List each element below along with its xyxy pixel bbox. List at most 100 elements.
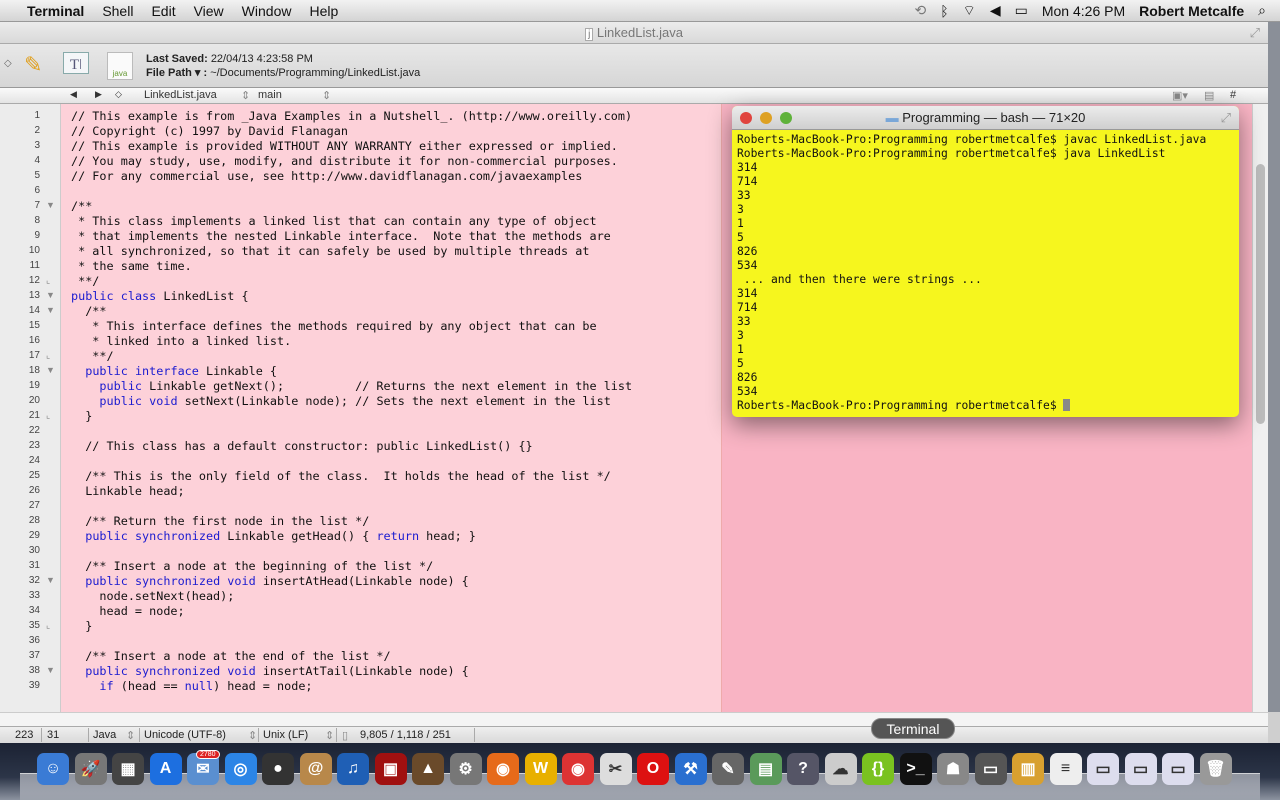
dock-system-preferences-icon[interactable]: ⚙ [449,753,482,785]
dock-preview-icon[interactable]: ▤ [749,753,782,785]
dock-facetime-icon[interactable]: ● [262,753,294,785]
line-endings-popup-arrows[interactable]: ⇕ [325,729,334,742]
terminal-line: 5 [737,357,744,370]
scrollbar-thumb[interactable] [1256,164,1265,424]
java-document-icon[interactable]: java [107,52,133,80]
menu-shell[interactable]: Shell [93,3,142,19]
battery-icon[interactable]: ▭ [1015,2,1028,19]
file-popup-icon[interactable]: ◇ [115,89,122,100]
dock-cyberduck-icon[interactable]: ☁ [824,753,857,785]
fold-close-icon[interactable]: ⌞ [46,410,50,421]
fold-open-icon[interactable]: ▼ [46,290,55,300]
language-popup-arrows[interactable]: ⇕ [126,729,135,742]
hash-menu[interactable]: # [1230,89,1236,101]
bluetooth-icon[interactable]: ᛒ [940,3,948,19]
encoding-popup[interactable]: Unicode (UTF-8) [144,729,226,741]
symbol-popup-arrows[interactable]: ⇕ [322,89,331,102]
toolbar-diamond-icon[interactable]: ◇ [4,58,12,69]
pencil-icon[interactable]: ✎ [24,52,50,80]
dock-app-store-icon[interactable]: A [149,753,182,785]
terminal-prompt-line[interactable]: Roberts-MacBook-Pro:Programming robertme… [737,399,1234,413]
terminal-window[interactable]: ▬ Programming — bash — 71×20 ⤢ Roberts-M… [732,106,1239,417]
forward-button[interactable]: ▶ [95,89,102,100]
dock-brackets-icon[interactable]: {} [862,753,894,785]
file-popup[interactable]: LinkedList.java [144,89,217,101]
dock-generic-app-icon[interactable]: ▭ [974,753,1007,785]
menu-help[interactable]: Help [300,3,347,19]
fullscreen-icon[interactable]: ⤢ [1250,22,1260,44]
dock-text-document-icon[interactable]: ≡ [1049,753,1082,785]
dock-archive-utility-icon[interactable]: ▥ [1012,753,1044,785]
navigation-bar: ◀ ▶ ◇ LinkedList.java ⇕ main ⇕ ▣▾ ▤ # [0,88,1268,104]
minimize-button[interactable] [760,112,772,124]
line-number: 25 [28,470,40,481]
dock-finder-icon[interactable]: ☺ [37,753,69,785]
terminal-output[interactable]: Roberts-MacBook-Pro:Programming robertme… [732,130,1239,416]
dock-gimp-icon[interactable]: ✎ [712,753,744,785]
spotlight-icon[interactable]: ⌕ [1258,2,1266,19]
line-number: 20 [28,395,40,406]
fold-close-icon[interactable]: ⌞ [46,350,50,361]
menu-view[interactable]: View [185,3,233,19]
dock-launchpad-icon[interactable]: 🚀 [74,753,107,785]
dock-opera-icon[interactable]: O [637,753,669,785]
terminal-title-bar[interactable]: ▬ Programming — bash — 71×20 ⤢ [732,106,1239,130]
menu-app-terminal[interactable]: Terminal [18,3,93,19]
dock-screenshot-3-icon[interactable]: ▭ [1162,753,1194,785]
dock-chrome-icon[interactable]: ◉ [562,753,594,785]
dock-mission-control-icon[interactable]: ▦ [112,753,144,785]
dock-screenshot-2-icon[interactable]: ▭ [1124,753,1157,785]
dock-photo-booth-icon[interactable]: ▣ [374,753,407,785]
split-icon[interactable]: ▤ [1204,89,1214,102]
encoding-popup-arrows[interactable]: ⇕ [248,729,257,742]
volume-icon[interactable]: ◀ [990,2,1001,19]
close-button[interactable] [740,112,752,124]
dock-help-icon[interactable]: ? [787,753,819,785]
dock-safari-icon[interactable]: ◎ [224,753,257,785]
code-editor[interactable]: // This example is from _Java Examples i… [61,104,721,712]
line-number: 33 [28,590,40,601]
bookmark-icon[interactable]: ▣▾ [1172,89,1188,102]
fold-open-icon[interactable]: ▼ [46,200,55,210]
line-number-gutter: 1 2 3 4 5 6 7 ▼ 8 9 10 11 12 ⌞ 13 ▼ 14 ▼ 15 16 17 ⌞ 18 ▼ 19 20 21 ⌞… [0,104,61,712]
dock-trash-icon[interactable]: 🗑 [1199,753,1232,785]
fold-open-icon[interactable]: ▼ [46,365,55,375]
clock[interactable]: Mon 4:26 PM [1042,3,1125,19]
dock-itunes-icon[interactable]: ♫ [337,753,369,785]
file-popup-arrows[interactable]: ⇕ [241,89,250,102]
fold-close-icon[interactable]: ⌞ [46,620,50,631]
dock-xcode-icon[interactable]: ⚒ [674,753,707,785]
terminal-fullscreen-icon[interactable]: ⤢ [1221,106,1231,130]
menu-window[interactable]: Window [233,3,301,19]
language-popup[interactable]: Java [93,729,116,741]
menu-edit[interactable]: Edit [142,3,184,19]
horizontal-scroll-area [0,712,1268,726]
dock-script-editor-icon[interactable]: ✂ [599,753,632,785]
file-path-label[interactable]: File Path ▾ : [146,67,207,79]
dock-firefox-icon[interactable]: ◉ [487,753,519,785]
symbol-popup[interactable]: main [258,89,282,101]
line-number: 1 [34,110,40,121]
user-name[interactable]: Robert Metcalfe [1139,3,1244,19]
fold-open-icon[interactable]: ▼ [46,305,55,315]
dock-screenshot-1-icon[interactable]: ▭ [1087,753,1119,785]
terminal-line: 534 [737,259,758,272]
dock-address-book-icon[interactable]: @ [299,753,332,785]
vertical-scrollbar[interactable] [1252,104,1268,712]
line-number: 5 [34,170,40,181]
dock-automator-icon[interactable]: ☗ [937,753,969,785]
code-line: /** [71,199,93,213]
zoom-button[interactable] [780,112,792,124]
back-button[interactable]: ◀ [70,89,77,100]
text-format-icon[interactable]: Tǀ [63,52,89,74]
line-number: 22 [28,425,40,436]
fold-open-icon[interactable]: ▼ [46,665,55,675]
dock-wunderlist-icon[interactable]: W [524,753,557,785]
dock-iphoto-icon[interactable]: ▲ [412,753,444,785]
wifi-icon[interactable]: ⌔ [963,2,976,20]
fold-open-icon[interactable]: ▼ [46,575,55,585]
line-endings-popup[interactable]: Unix (LF) [263,729,308,741]
time-machine-icon[interactable]: ⟲ [915,2,927,19]
fold-close-icon[interactable]: ⌞ [46,275,50,286]
dock-terminal-icon[interactable]: >_ [899,753,932,785]
